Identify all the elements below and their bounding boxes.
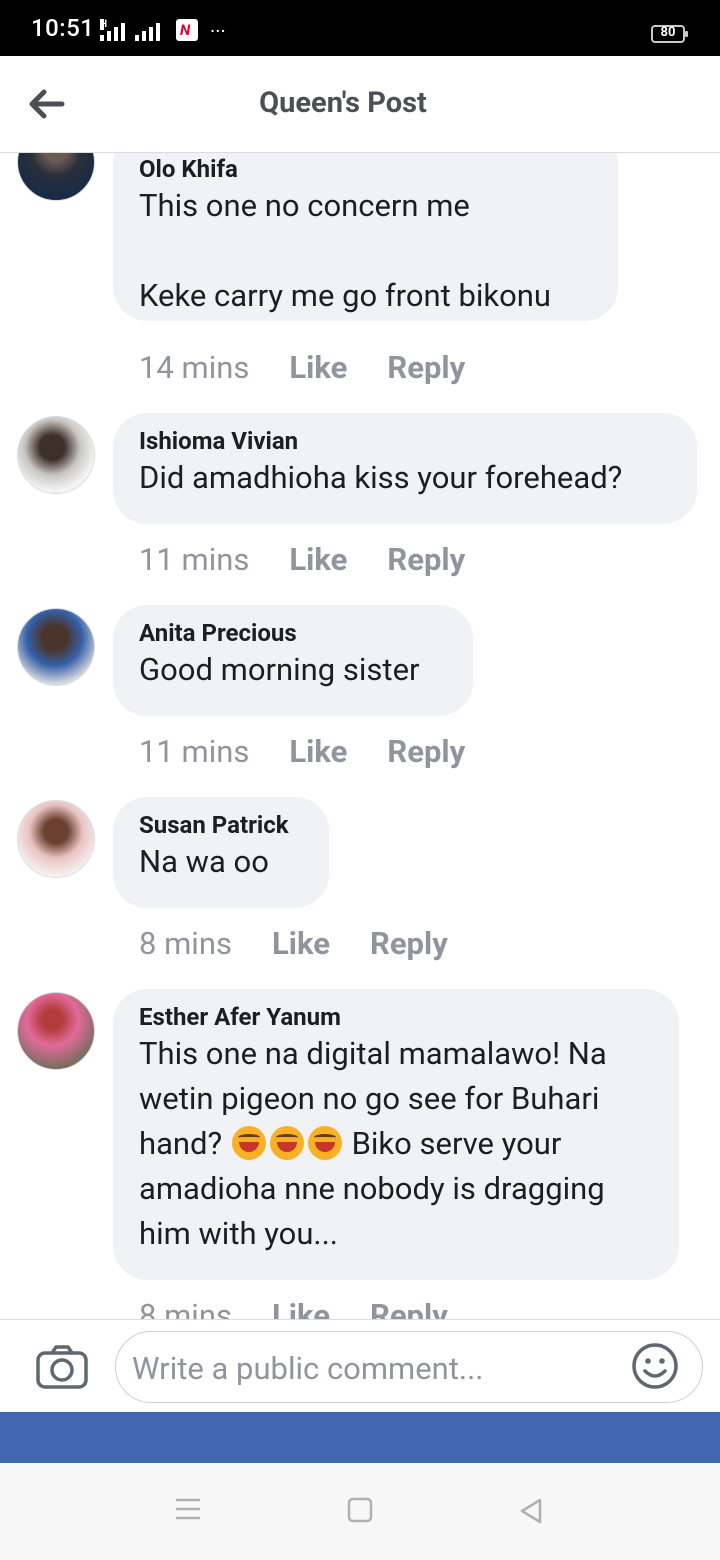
home-square-icon[interactable] [347,1497,373,1527]
page-title: Queen's Post [259,86,427,120]
comment-actions: 11 mins Like Reply [139,541,465,578]
system-nav-bar [0,1463,720,1560]
smiley-icon[interactable] [630,1341,680,1391]
comment-input[interactable]: Write a public comment... [115,1331,703,1403]
rofl-emoji-icon [307,1126,342,1160]
comment-time[interactable]: 14 mins [139,349,249,386]
like-button[interactable]: Like [272,1297,330,1319]
brand-bar [0,1412,720,1463]
battery-icon: 80 [651,25,688,43]
rofl-emoji-icon [269,1126,304,1160]
menu-icon[interactable] [174,1497,202,1525]
comment-text: Did amadhioha kiss your forehead? [139,459,623,496]
comment-author[interactable]: Esther Afer Yanum [139,1003,653,1031]
comment-author[interactable]: Anita Precious [139,619,447,647]
comment-time[interactable]: 8 mins [139,1297,232,1319]
signal-icon-2 [135,23,160,41]
status-bar: 10:51 H N ··· 80 [0,0,720,56]
comment-placeholder: Write a public comment... [132,1350,484,1387]
comment-bubble[interactable]: Olo Khifa This one no concern me Keke ca… [113,153,618,321]
comment-bubble[interactable]: Anita Precious Good morning sister [113,605,473,716]
avatar[interactable] [17,153,95,201]
comment-time[interactable]: 11 mins [139,733,249,770]
comment-time[interactable]: 8 mins [139,925,232,962]
comment-actions: 11 mins Like Reply [139,733,465,770]
signal-icon: H [100,19,125,41]
reply-button[interactable]: Reply [370,925,448,962]
comment-author[interactable]: Ishioma Vivian [139,427,671,455]
comment-time[interactable]: 11 mins [139,541,249,578]
reply-button[interactable]: Reply [387,349,465,386]
avatar[interactable] [17,608,95,686]
like-button[interactable]: Like [289,541,347,578]
comment-actions: 8 mins Like Reply [139,1297,448,1319]
comment-bubble[interactable]: Esther Afer Yanum This one na digital ma… [113,989,679,1280]
avatar[interactable] [17,800,95,878]
status-icons: H N ··· [100,15,226,41]
avatar[interactable] [17,992,95,1070]
comment-bubble[interactable]: Susan Patrick Na wa oo [113,797,329,908]
status-time: 10:51 [31,14,95,42]
comment-text: This one na digital mamalawo! Na wetin p… [139,1035,615,1252]
header: Queen's Post [0,56,720,153]
comment-text: Good morning sister [139,651,420,688]
comment-actions: 8 mins Like Reply [139,925,448,962]
comment-composer: Write a public comment... [0,1319,720,1413]
avatar[interactable] [17,416,95,494]
comment-text: Na wa oo [139,843,269,880]
news-app-icon: N [176,19,198,41]
back-triangle-icon[interactable] [518,1497,544,1529]
like-button[interactable]: Like [272,925,330,962]
like-button[interactable]: Like [289,349,347,386]
reply-button[interactable]: Reply [387,541,465,578]
like-button[interactable]: Like [289,733,347,770]
camera-icon[interactable] [35,1344,89,1390]
rofl-emoji-icon [231,1126,266,1160]
comment-author[interactable]: Olo Khifa [139,155,592,183]
comment-list[interactable]: Olo Khifa This one no concern me Keke ca… [0,153,720,1319]
comment-bubble[interactable]: Ishioma Vivian Did amadhioha kiss your f… [113,413,697,524]
comment-text: This one no concern me Keke carry me go … [139,187,552,314]
comment-actions: 14 mins Like Reply [139,349,465,386]
reply-button[interactable]: Reply [370,1297,448,1319]
reply-button[interactable]: Reply [387,733,465,770]
comment-author[interactable]: Susan Patrick [139,811,303,839]
more-notifications-icon: ··· [210,19,226,43]
